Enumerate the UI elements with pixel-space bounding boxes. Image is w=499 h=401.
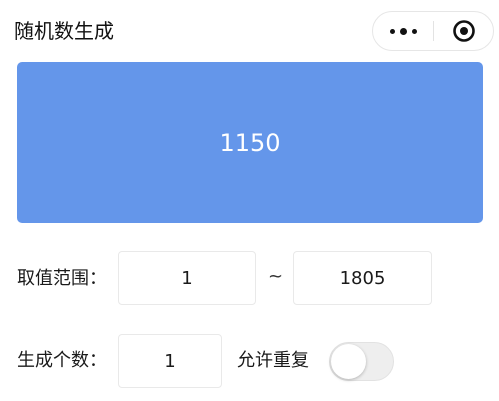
random-result-display[interactable]: 1150 xyxy=(17,62,483,223)
mini-program-capsule xyxy=(372,11,494,51)
page-title: 随机数生成 xyxy=(14,19,114,43)
count-input[interactable]: 1 xyxy=(118,334,222,388)
count-label: 生成个数： xyxy=(17,350,107,371)
range-separator: ~ xyxy=(268,266,284,287)
toggle-knob[interactable] xyxy=(331,344,366,379)
more-button[interactable] xyxy=(373,12,433,50)
more-dots-icon xyxy=(389,28,395,34)
range-min-input[interactable]: 1 xyxy=(118,251,256,305)
target-circle-icon xyxy=(452,20,475,42)
allow-repeat-label: 允许重复 xyxy=(237,350,309,371)
allow-repeat-toggle[interactable] xyxy=(329,342,394,381)
range-label: 取值范围： xyxy=(17,268,107,289)
range-max-input[interactable]: 1805 xyxy=(293,251,432,305)
close-button[interactable] xyxy=(434,12,493,50)
